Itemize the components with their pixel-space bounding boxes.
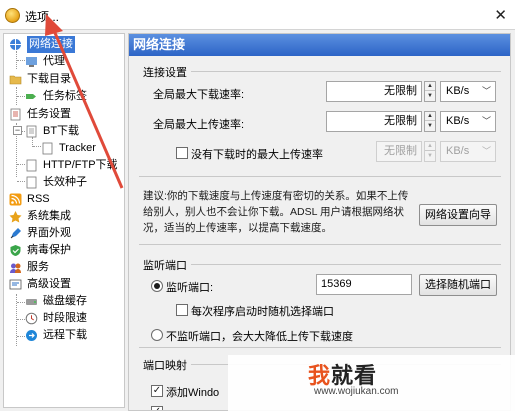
- task-settings-icon: [10, 108, 21, 121]
- shield-icon: [10, 245, 21, 256]
- listen-port-label: 监听端口:: [166, 282, 214, 294]
- folder-icon: [9, 75, 22, 85]
- spin-down-icon[interactable]: ▼: [425, 122, 435, 131]
- section-divider: [139, 347, 501, 348]
- sidebar-item-label: 服务: [27, 261, 49, 273]
- no-task-upload-checkbox[interactable]: [176, 147, 188, 159]
- close-icon[interactable]: ✕: [494, 6, 507, 24]
- appearance-icon: [10, 228, 21, 239]
- no-listen-radio[interactable]: [151, 329, 163, 341]
- no-listen-label: 不监听端口，会大大降低上传下载速度: [166, 331, 353, 343]
- spin-up-icon[interactable]: ▲: [425, 112, 435, 121]
- sidebar-item-label: 病毒保护: [27, 244, 71, 256]
- clock-icon: [25, 312, 38, 325]
- no-task-upload-label: 没有下载时的最大上传速率: [191, 149, 323, 161]
- sidebar-item-label: 任务标签: [43, 90, 87, 102]
- add-windows-label: 添加Windo: [166, 387, 220, 399]
- sidebar-item-label: 长效种子: [43, 176, 87, 188]
- section-divider: [139, 176, 501, 177]
- remote-icon: [26, 330, 37, 341]
- section-divider: [191, 71, 501, 72]
- unit-value: KB/s: [446, 145, 470, 157]
- connection-advice-text: 建议:你的下载速度与上传速度有密切的关系。如果不上传给别人，别人也不会让你下载。…: [143, 190, 409, 234]
- sidebar-item-label: 任务设置: [27, 108, 71, 120]
- disk-icon: [26, 299, 37, 305]
- doc-icon: [26, 159, 37, 172]
- service-icon: [10, 263, 21, 273]
- doc-icon: [42, 142, 53, 155]
- section-connection-title: 连接设置: [143, 67, 187, 79]
- listen-port-radio[interactable]: [151, 280, 163, 292]
- sidebar-item-label: HTTP/FTP下载: [43, 159, 118, 171]
- no-task-upload-spinner[interactable]: ▲ ▼: [424, 141, 436, 162]
- section-divider: [139, 244, 501, 245]
- advanced-icon: [9, 279, 22, 290]
- sidebar-item-label: 磁盘缓存: [43, 295, 87, 307]
- sidebar-item-label: 代理: [43, 55, 65, 67]
- unit-value: KB/s: [446, 85, 470, 97]
- system-icon: [9, 211, 22, 223]
- random-on-start-label: 每次程序启动时随机选择端口: [191, 306, 334, 318]
- tag-icon: [26, 94, 36, 99]
- sidebar-item-label: Tracker: [59, 142, 96, 154]
- spin-up-icon[interactable]: ▲: [425, 82, 435, 91]
- sidebar-item-label: BT下载: [43, 125, 80, 137]
- second-mapping-checkbox[interactable]: ✓: [151, 406, 163, 410]
- sidebar-item-label: 高级设置: [27, 278, 71, 290]
- network-wizard-button[interactable]: 网络设置向导: [419, 204, 497, 226]
- spin-down-icon[interactable]: ▼: [425, 92, 435, 101]
- sidebar-item-label: 时段限速: [43, 312, 87, 324]
- max-download-spinner[interactable]: ▲ ▼: [424, 81, 436, 102]
- doc-icon: [26, 176, 37, 189]
- sidebar-item-label: 系统集成: [27, 210, 71, 222]
- add-windows-checkbox[interactable]: ✓: [151, 385, 163, 397]
- section-port-mapping-title: 端口映射: [143, 360, 187, 372]
- unit-value: KB/s: [446, 115, 470, 127]
- network-icon: [10, 39, 21, 50]
- random-on-start-checkbox[interactable]: [176, 304, 188, 316]
- max-download-input[interactable]: 无限制: [326, 81, 422, 102]
- app-icon: [5, 8, 20, 23]
- sidebar-item-label: 网络连接: [27, 36, 75, 53]
- chevron-down-icon: ﹀: [481, 86, 491, 96]
- spin-down-icon[interactable]: ▼: [425, 152, 435, 161]
- rss-icon: [9, 193, 22, 206]
- port-input[interactable]: 15369: [316, 274, 412, 295]
- chevron-down-icon: ﹀: [481, 146, 491, 156]
- chevron-down-icon: ﹀: [481, 116, 491, 126]
- options-tree[interactable]: − 网络连接 代理 下载目录 任务标签 任务设置 BT下载 Tracker HT…: [3, 33, 125, 408]
- sidebar-item-label: 下载目录: [27, 73, 71, 85]
- section-listen-title: 监听端口: [143, 260, 187, 272]
- proxy-icon: [26, 57, 37, 67]
- bt-icon: [26, 125, 37, 138]
- sidebar-item-label: 远程下载: [43, 329, 87, 341]
- sidebar-item-label: 界面外观: [27, 227, 71, 239]
- window-title: 选项...: [25, 10, 60, 24]
- no-task-upload-input[interactable]: 无限制: [376, 141, 422, 162]
- title-bar: 选项... ✕: [0, 0, 515, 30]
- max-upload-label: 全局最大上传速率:: [153, 119, 245, 131]
- random-port-button[interactable]: 选择随机端口: [419, 274, 497, 296]
- watermark-url: www.wojiukan.com: [314, 386, 399, 397]
- watermark: 我就看 www.wojiukan.com: [228, 355, 515, 411]
- max-download-label: 全局最大下载速率:: [153, 89, 245, 101]
- collapse-task-settings-icon[interactable]: −: [13, 126, 22, 135]
- spin-up-icon[interactable]: ▲: [425, 142, 435, 151]
- max-upload-unit-select[interactable]: KB/s ﹀: [440, 111, 496, 132]
- max-download-unit-select[interactable]: KB/s ﹀: [440, 81, 496, 102]
- panel-title: 网络连接: [129, 34, 510, 56]
- sidebar-item-label: RSS: [27, 193, 50, 205]
- section-divider: [191, 264, 501, 265]
- max-upload-input[interactable]: 无限制: [326, 111, 422, 132]
- max-upload-spinner[interactable]: ▲ ▼: [424, 111, 436, 132]
- no-task-upload-unit-select[interactable]: KB/s ﹀: [440, 141, 496, 162]
